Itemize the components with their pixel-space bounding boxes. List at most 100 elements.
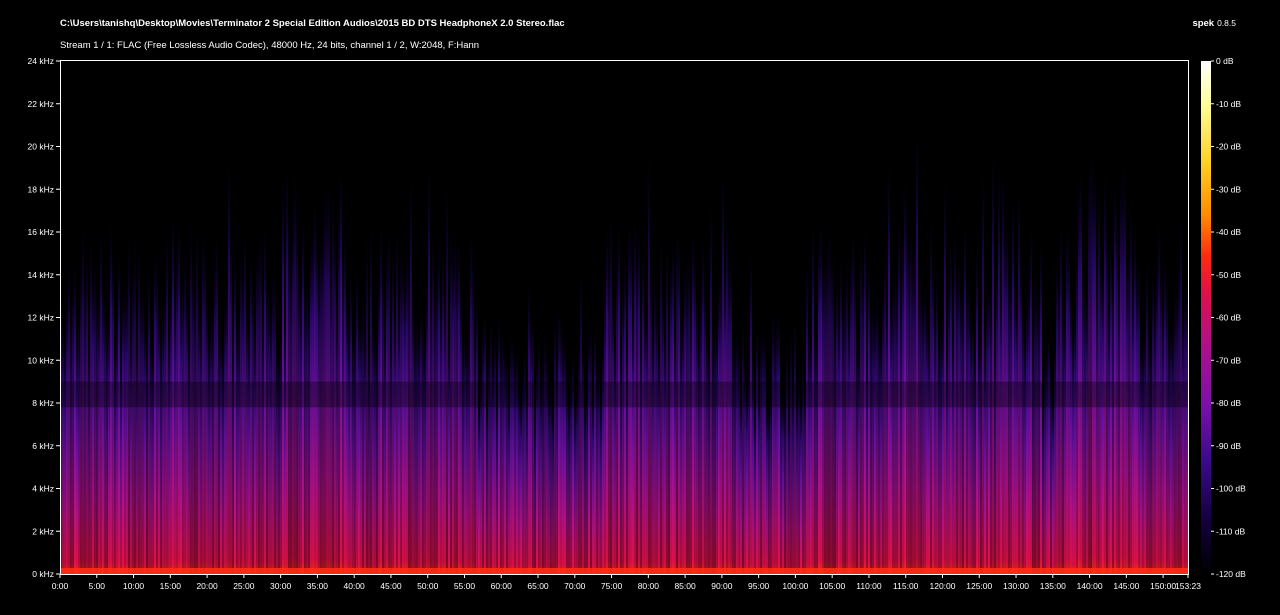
spectrogram-column (520, 391, 522, 574)
spectrogram-column (118, 248, 120, 574)
spectrogram-column (1100, 248, 1102, 574)
spectrogram-column (838, 308, 840, 574)
spectrogram-column (1074, 306, 1076, 574)
spectrogram-column (362, 292, 364, 574)
spectrogram-column (352, 331, 354, 574)
spectrogram-column (558, 305, 560, 574)
x-tick-label: 15:00 (160, 581, 182, 591)
spectrogram-column (826, 244, 828, 574)
spectrogram-column (770, 379, 772, 574)
spectrogram-column (836, 268, 838, 574)
x-tick-label: 120:00 (929, 581, 955, 591)
spectrogram-column (808, 328, 810, 574)
spectrogram-column (858, 339, 860, 574)
spectrogram-column (162, 304, 164, 574)
spectrogram-column (730, 245, 732, 574)
spectrogram-column (1102, 266, 1104, 574)
spectrogram-column (1126, 253, 1128, 574)
spectrogram-column (336, 294, 338, 574)
spectrogram-column (900, 275, 902, 574)
spectrogram-column (364, 325, 366, 574)
spectrogram-column (1052, 392, 1054, 574)
spectrogram-column (862, 263, 864, 574)
spectrogram-column (158, 297, 160, 574)
spectrogram-column (1078, 176, 1080, 574)
spectrogram-column (734, 336, 736, 574)
spectrogram-column (602, 340, 604, 574)
spectrogram-column (956, 260, 958, 574)
spectrogram-column (548, 378, 550, 574)
spectrogram-column (1010, 269, 1012, 574)
spectrogram-column (760, 326, 762, 574)
spectrogram-column (486, 394, 488, 574)
x-tick-label: 125:00 (966, 581, 992, 591)
spectrogram-column (924, 275, 926, 574)
spectrogram-column (756, 323, 758, 574)
spectrogram-column (768, 397, 770, 574)
spectrogram-column (516, 346, 518, 574)
spectrogram-band (60, 381, 1188, 408)
colorbar-axis: 0 dB -10 dB -20 dB -30 dB -40 dB -50 dB -60 dB… (1211, 56, 1246, 579)
spectrogram-column (870, 303, 872, 574)
spectrogram-column (920, 266, 922, 574)
spectrogram-column (1084, 271, 1086, 574)
spectrogram-column (980, 310, 982, 574)
spectrogram-column (656, 296, 658, 574)
spectrogram-column (114, 340, 116, 574)
spectrogram-column (1058, 270, 1060, 574)
spectrogram-column (928, 328, 930, 574)
spectrogram-column (86, 244, 88, 575)
spectrogram-column (96, 285, 98, 574)
spectrogram-column (130, 323, 132, 574)
spectrogram-column (68, 258, 70, 574)
spectrogram-column (198, 293, 200, 574)
x-tick-label: 75:00 (601, 581, 623, 591)
spectrogram-column (456, 240, 458, 575)
spectrogram-column (410, 165, 412, 575)
spectrogram-column (872, 295, 874, 574)
spectrogram-column (580, 262, 582, 574)
spectrogram-column (682, 309, 684, 574)
x-tick-label: 55:00 (454, 581, 476, 591)
spectrogram-column (650, 247, 652, 575)
spectrogram-column (330, 253, 332, 574)
spectrogram-column (662, 283, 664, 574)
spectrogram-column (374, 327, 376, 574)
spectrogram-column (922, 286, 924, 574)
spectrogram-column (790, 327, 792, 574)
spectrogram-column (256, 246, 258, 574)
spectrogram-column (1022, 292, 1024, 574)
spectrogram-column (206, 289, 208, 574)
spectrogram-column (560, 312, 562, 574)
spectrogram-column (782, 390, 784, 574)
spectrogram-column (426, 277, 428, 574)
spectrogram-column (234, 250, 236, 574)
spectrogram-column (378, 270, 380, 574)
spectrogram-column (1170, 319, 1172, 574)
spectrogram-column (306, 274, 308, 574)
spectrogram-column (706, 320, 708, 574)
spectrogram-chart: 0:00 5:00 10:00 15:00 20:00 25:00 30:00 35:00 40… (28, 56, 1247, 591)
spectrogram-column (254, 325, 256, 574)
spectrogram-column (126, 282, 128, 574)
spectrogram-column (750, 249, 752, 574)
spectrogram-column (944, 175, 946, 574)
spectrogram-column (844, 280, 846, 574)
spectrogram-column (786, 342, 788, 574)
spectrogram-column (880, 328, 882, 574)
spectrogram-column (176, 242, 178, 575)
spectrogram-column (616, 244, 618, 574)
spectrogram-column (1104, 169, 1106, 575)
spectrogram-column (1136, 265, 1138, 574)
spectrogram-column (148, 263, 150, 574)
spectrogram-column (654, 272, 656, 574)
spectrogram-column (268, 283, 270, 574)
spectrogram-column (842, 303, 844, 574)
spectrogram-column (1092, 163, 1094, 574)
spectrogram-column (142, 280, 144, 574)
spectrogram-column (762, 323, 764, 574)
spectrogram-column (974, 342, 976, 574)
spectrogram-column (304, 283, 306, 574)
spectrogram-column (136, 332, 138, 574)
spectrogram-column (1182, 305, 1184, 574)
